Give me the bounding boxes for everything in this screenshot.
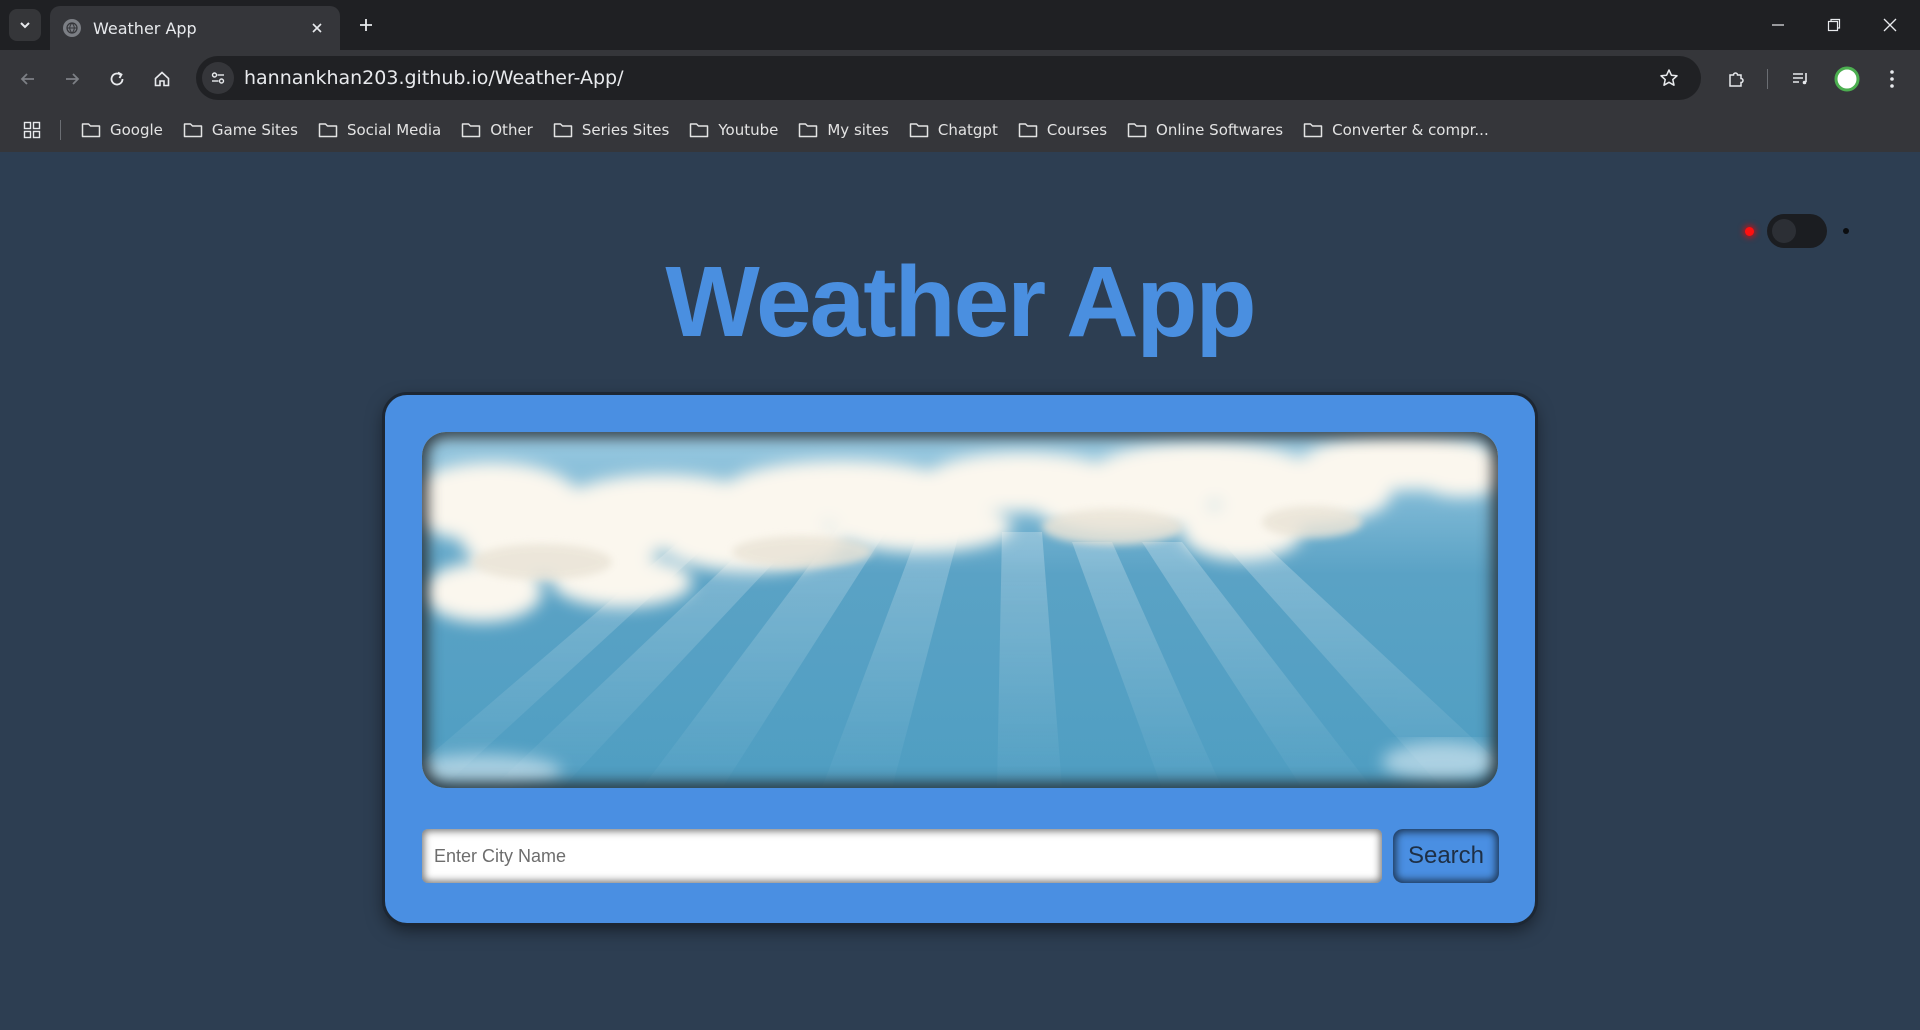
page-viewport: Weather App Enter City Name Search [0, 152, 1920, 1030]
bookmark-label: Converter & compr... [1332, 121, 1489, 139]
avatar-icon [1834, 66, 1860, 92]
bookmark-label: Online Softwares [1156, 121, 1284, 139]
folder-icon [799, 123, 818, 138]
chevron-down-icon [20, 22, 30, 29]
address-bar[interactable]: hannankhan203.github.io/Weather-App/ [196, 56, 1701, 100]
bookmark-label: Youtube [718, 121, 779, 139]
page-title: Weather App [665, 246, 1256, 358]
apps-button[interactable] [16, 114, 48, 146]
reload-button[interactable] [101, 63, 133, 95]
bookmark-label: Game Sites [211, 121, 298, 139]
search-button[interactable]: Search [1393, 829, 1499, 883]
tab-search-button[interactable] [9, 9, 41, 41]
folder-icon [462, 123, 481, 138]
queue-music-icon [1793, 73, 1807, 85]
home-icon [154, 71, 170, 87]
forward-button[interactable] [56, 63, 88, 95]
bookmark-folder-courses[interactable]: Courses [1008, 114, 1117, 146]
bookmark-label: Courses [1046, 121, 1108, 139]
folder-icon [553, 123, 573, 138]
new-tab-button[interactable] [350, 9, 382, 41]
toggle-indicator-light [1745, 227, 1754, 236]
bookmark-label: Social Media [346, 121, 442, 139]
bookmark-folder-chatgpt[interactable]: Chatgpt [899, 114, 1008, 146]
bookmark-star-button[interactable] [1651, 60, 1687, 96]
bookmarks-divider [60, 120, 61, 140]
bookmark-folder-converter[interactable]: Converter & compr... [1293, 114, 1499, 146]
browser-toolbar: hannankhan203.github.io/Weather-App/ [0, 50, 1920, 108]
folder-icon [81, 123, 101, 138]
restore-button[interactable] [1806, 0, 1862, 50]
tune-icon [211, 72, 225, 84]
folder-icon [183, 123, 203, 138]
folder-icon [1018, 123, 1038, 138]
extensions-button[interactable] [1720, 63, 1752, 95]
toggle-track[interactable] [1767, 214, 1827, 248]
image-inner-shadow [422, 432, 1498, 788]
bookmark-label: Other [490, 121, 533, 139]
weather-image-panel [422, 432, 1498, 788]
folder-icon [690, 123, 709, 138]
arrow-right-icon [66, 73, 80, 85]
back-button[interactable] [12, 63, 44, 95]
tab-title: Weather App [93, 18, 197, 38]
bookmark-label: Google [110, 121, 163, 139]
restore-icon [1827, 18, 1841, 32]
minimize-icon [1772, 24, 1784, 26]
theme-toggle[interactable] [1745, 214, 1855, 248]
close-window-button[interactable] [1862, 0, 1918, 50]
bookmark-folder-online-softwares[interactable]: Online Softwares [1117, 114, 1293, 146]
plus-icon [360, 19, 372, 31]
minimize-button[interactable] [1750, 0, 1806, 50]
close-tab-icon[interactable] [304, 15, 330, 41]
folder-icon [1303, 123, 1323, 138]
toolbar-divider [1767, 69, 1768, 89]
puzzle-icon [1729, 72, 1744, 87]
star-icon [1660, 69, 1678, 86]
bookmark-folder-game-sites[interactable]: Game Sites [173, 114, 308, 146]
bookmark-label: My sites [827, 121, 889, 139]
toggle-indicator-dark [1843, 228, 1849, 234]
browser-menu-button[interactable] [1876, 63, 1908, 95]
bookmark-label: Series Sites [581, 121, 670, 139]
bookmark-folder-google[interactable]: Google [71, 114, 173, 146]
more-vert-icon [1890, 70, 1894, 88]
media-controls-button[interactable] [1785, 63, 1817, 95]
folder-icon [318, 123, 338, 138]
close-icon [1883, 18, 1897, 32]
browser-titlebar: Weather App [0, 0, 1920, 50]
city-search-input[interactable] [422, 829, 1382, 883]
bookmark-folder-series-sites[interactable]: Series Sites [543, 114, 680, 146]
apps-grid-icon [23, 121, 41, 139]
bookmarks-bar: Google Game Sites Social Media Other Ser… [0, 108, 1920, 152]
bookmark-folder-youtube[interactable]: Youtube [679, 114, 788, 146]
profile-avatar[interactable] [1831, 63, 1863, 95]
reload-icon [110, 71, 124, 86]
browser-tab-active[interactable]: Weather App [50, 6, 340, 50]
bookmark-folder-my-sites[interactable]: My sites [788, 114, 899, 146]
bookmark-folder-social-media[interactable]: Social Media [308, 114, 451, 146]
globe-icon [63, 19, 81, 37]
site-info-button[interactable] [202, 62, 234, 94]
url-text[interactable]: hannankhan203.github.io/Weather-App/ [244, 67, 1651, 89]
bookmark-label: Chatgpt [937, 121, 998, 139]
folder-icon [1127, 123, 1147, 138]
weather-card: Search [385, 395, 1535, 923]
toggle-knob[interactable] [1772, 219, 1796, 243]
arrow-left-icon [20, 73, 34, 85]
folder-icon [909, 123, 929, 138]
bookmark-folder-other[interactable]: Other [451, 114, 543, 146]
home-button[interactable] [146, 63, 178, 95]
